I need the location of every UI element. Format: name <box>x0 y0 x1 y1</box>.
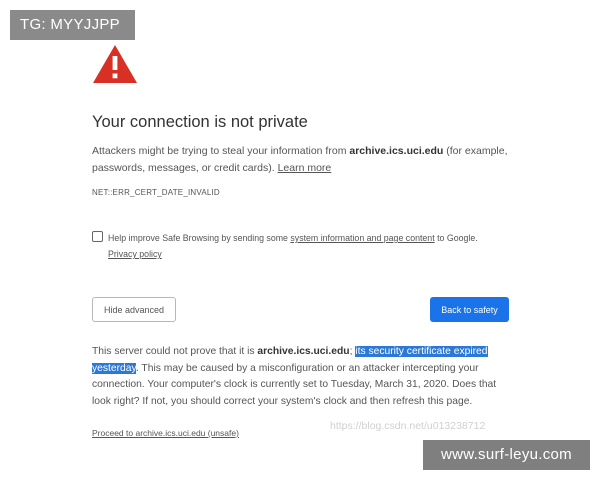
back-to-safety-button[interactable]: Back to safety <box>430 297 509 322</box>
intro-host: archive.ics.uci.edu <box>349 145 444 157</box>
hide-advanced-button[interactable]: Hide advanced <box>92 297 176 322</box>
safe-browsing-checkbox[interactable] <box>92 231 103 242</box>
csdn-watermark: https://blog.csdn.net/u013238712 <box>330 420 486 432</box>
learn-more-link[interactable]: Learn more <box>278 162 332 174</box>
warning-triangle-icon <box>93 45 137 83</box>
tg-overlay-badge: TG: MYYJJPP <box>10 10 135 40</box>
details-text-after: . This may be caused by a misconfigurati… <box>92 362 497 407</box>
privacy-policy-link[interactable]: Privacy policy <box>108 249 162 259</box>
page-title: Your connection is not private <box>92 113 308 131</box>
error-code: NET::ERR_CERT_DATE_INVALID <box>92 188 220 197</box>
safe-browsing-text-after: to Google. <box>434 233 478 243</box>
details-host: archive.ics.uci.edu <box>257 346 350 357</box>
safe-browsing-text: Help improve Safe Browsing by sending so… <box>108 230 503 262</box>
intro-text-before: Attackers might be trying to steal your … <box>92 145 350 157</box>
intro-text: Attackers might be trying to steal your … <box>92 143 512 177</box>
details-text: This server could not prove that it is a… <box>92 344 510 410</box>
domain-overlay-badge: www.surf-leyu.com <box>423 440 590 470</box>
proceed-unsafe-link[interactable]: Proceed to archive.ics.uci.edu (unsafe) <box>92 428 239 438</box>
details-text-before: This server could not prove that it is <box>92 346 258 357</box>
system-info-link[interactable]: system information and page content <box>290 233 434 243</box>
safe-browsing-text-before: Help improve Safe Browsing by sending so… <box>108 233 291 243</box>
